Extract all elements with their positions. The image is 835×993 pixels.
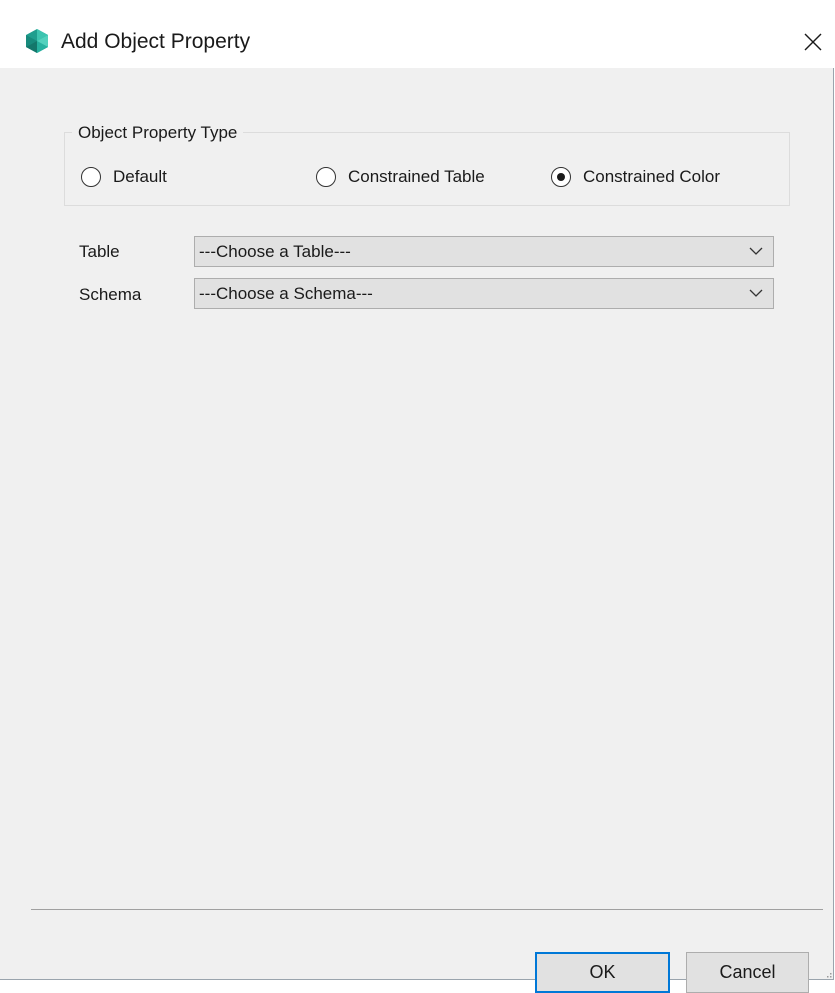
cancel-button[interactable]: Cancel [686,952,809,993]
dialog-window: Add Object Property Object Property Type… [0,0,834,993]
radio-default-label: Default [113,167,167,186]
dialog-title: Add Object Property [61,30,251,53]
radio-circle[interactable] [81,167,101,187]
table-label: Table [79,242,120,261]
radio-selected-dot [557,173,565,181]
table-select[interactable]: ---Choose a Table--- [194,236,774,267]
radio-constrained-table[interactable]: Constrained Table [316,164,485,190]
app-logo-icon [24,28,50,54]
resize-grip-icon[interactable] [826,972,832,978]
radio-circle-selected[interactable] [551,167,571,187]
close-icon [804,33,822,51]
chevron-down-icon [749,247,763,255]
radio-constrained-color-label: Constrained Color [583,167,721,186]
radio-constrained-table-label: Constrained Table [348,167,485,186]
footer-separator [31,909,823,910]
radio-constrained-color[interactable]: Constrained Color [551,164,720,190]
property-type-legend: Object Property Type [72,123,244,143]
radio-default[interactable]: Default [81,164,167,190]
schema-select[interactable]: ---Choose a Schema--- [194,278,774,309]
table-select-value: ---Choose a Table--- [199,242,351,261]
chevron-down-icon [749,289,763,297]
radio-circle[interactable] [316,167,336,187]
title-bar: Add Object Property [0,0,834,68]
ok-button[interactable]: OK [535,952,670,993]
schema-select-value: ---Choose a Schema--- [199,284,373,303]
close-button[interactable] [793,22,833,62]
schema-label: Schema [79,285,142,304]
